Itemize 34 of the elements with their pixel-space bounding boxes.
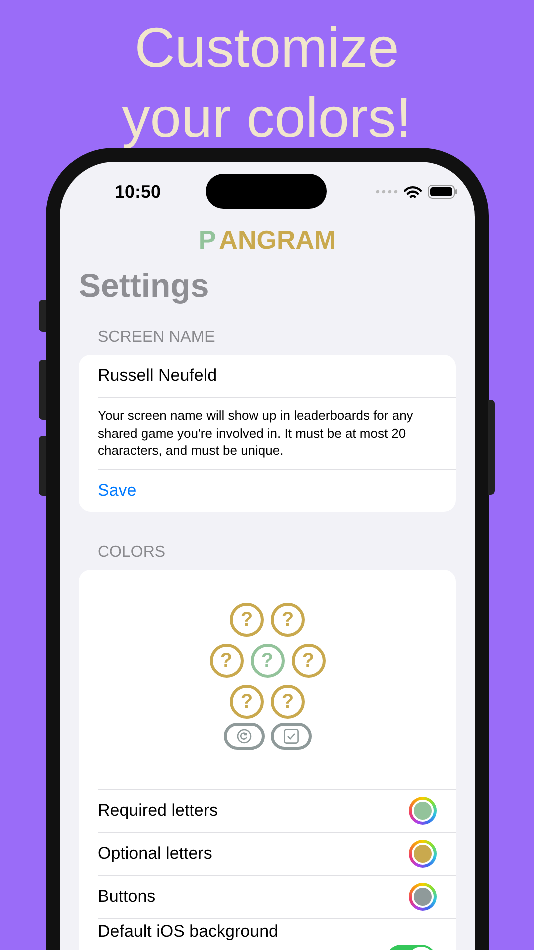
headline: your colors! (122, 85, 412, 151)
headline: Customize (134, 15, 400, 81)
side-button-drawing (39, 436, 46, 496)
refresh-button[interactable] (224, 722, 264, 750)
battery-icon (428, 185, 458, 199)
color-well[interactable] (409, 796, 437, 824)
name-field[interactable]: Russell Neufeld (98, 355, 456, 397)
side-button-drawing (39, 360, 46, 420)
letter-tile: ? (292, 644, 326, 678)
letter-tile: ? (230, 684, 264, 718)
description-text: Your screen name will show up in leaderboards for any shared game you're involved in. It must be at most 20 characters, and must be unique. (98, 407, 414, 460)
letter-tile: ? (250, 644, 284, 678)
color-label: Required letters (98, 800, 218, 822)
wifi-icon (404, 186, 422, 198)
color-well[interactable] (409, 882, 437, 910)
letter-tile: ? (230, 602, 264, 636)
letter-tile: ? (271, 684, 305, 718)
color-label: Optional letters (98, 842, 212, 865)
section-header: COLORS (98, 542, 167, 562)
app-title: PANGRAM (198, 224, 338, 255)
side-button-drawing (39, 300, 46, 332)
letter-tile: ? (210, 644, 244, 678)
page-title: Settings (79, 266, 210, 306)
letter-tile: ? (271, 602, 305, 636)
checkbox-icon (284, 728, 298, 744)
save-button[interactable]: Save (98, 470, 456, 512)
check-button[interactable] (270, 722, 312, 750)
color-label: Buttons (98, 886, 156, 908)
refresh-icon (236, 728, 252, 744)
section-header: SCREEN NAME (98, 328, 216, 348)
signal-icon (376, 190, 398, 194)
toggle-label: Default iOS background (98, 920, 278, 942)
color-well[interactable] (409, 840, 437, 868)
status-time: 10:50 (115, 180, 162, 204)
